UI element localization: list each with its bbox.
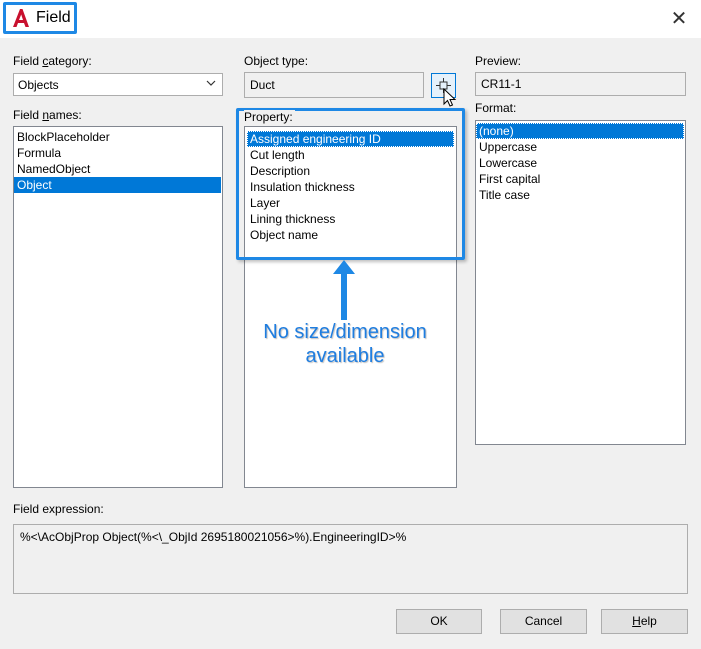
field-expression-label: Field expression: [13, 502, 104, 516]
format-label: Format: [475, 101, 517, 115]
list-item[interactable]: BlockPlaceholder [14, 129, 222, 145]
object-type-field: Duct [244, 72, 424, 98]
list-item[interactable]: Formula [14, 145, 222, 161]
list-item[interactable]: First capital [476, 171, 685, 187]
autocad-app-icon [13, 9, 29, 27]
cancel-button[interactable]: Cancel [500, 609, 587, 634]
list-item-selected[interactable]: Object [14, 177, 221, 193]
ok-button[interactable]: OK [396, 609, 482, 634]
list-item-selected[interactable]: (none) [476, 123, 684, 139]
title-bar [0, 0, 701, 38]
help-button[interactable]: Help [601, 609, 688, 634]
preview-label: Preview: [475, 54, 522, 68]
arrow-up-icon [333, 260, 355, 320]
field-category-value: Objects [18, 78, 59, 92]
annotation-text: No size/dimension available [235, 320, 455, 368]
mouse-cursor-icon [443, 88, 457, 107]
list-item[interactable]: Uppercase [476, 139, 685, 155]
property-label: Property: [244, 110, 295, 124]
property-highlight-annotation [236, 108, 465, 260]
preview-value: CR11-1 [481, 77, 522, 91]
field-expression-value: %<\AcObjProp Object(%<\_ObjId 2695180021… [20, 530, 407, 544]
list-item[interactable]: Title case [476, 187, 685, 203]
format-listbox[interactable]: (none) Uppercase Lowercase First capital… [475, 120, 686, 445]
field-category-combobox[interactable]: Objects [13, 73, 223, 96]
object-type-label: Object type: [244, 54, 309, 68]
list-item[interactable]: Lowercase [476, 155, 685, 171]
window-title: Field [36, 9, 71, 26]
preview-field: CR11-1 [475, 72, 686, 96]
field-names-label: Field names: [13, 108, 82, 122]
annotation-line-1: No size/dimension [263, 321, 427, 343]
annotation-line-2: available [305, 345, 385, 367]
object-type-value: Duct [250, 78, 275, 92]
field-names-listbox[interactable]: BlockPlaceholder Formula NamedObject Obj… [13, 126, 223, 488]
close-button[interactable]: ✕ [664, 6, 694, 32]
field-category-label: Field category: [13, 54, 92, 68]
field-expression-box[interactable]: %<\AcObjProp Object(%<\_ObjId 2695180021… [13, 524, 688, 594]
chevron-down-icon [206, 80, 216, 86]
list-item[interactable]: NamedObject [14, 161, 222, 177]
